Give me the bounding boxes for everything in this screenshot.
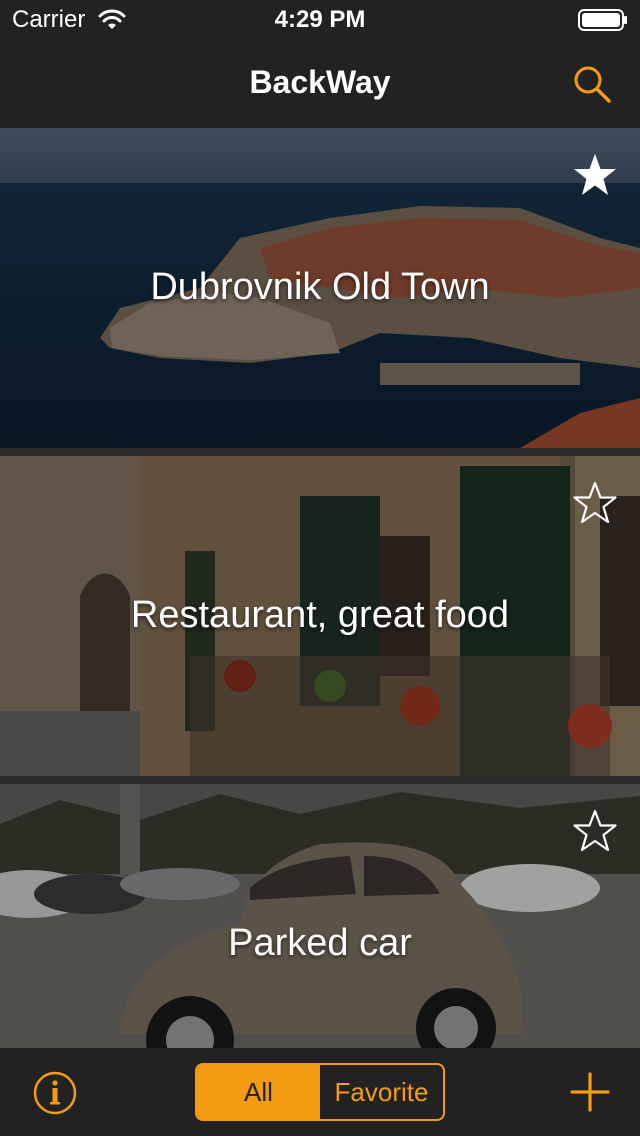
place-title: Dubrovnik Old Town [150,266,490,308]
place-card-dubrovnik[interactable]: Dubrovnik Old Town [0,128,640,448]
segment-all[interactable]: All [197,1065,320,1119]
place-title: Parked car [228,922,412,964]
plus-icon[interactable] [570,1072,610,1112]
filter-segmented-control[interactable]: All Favorite [195,1063,445,1121]
segment-favorite[interactable]: Favorite [320,1065,443,1119]
battery-icon [578,9,627,31]
star-outline-icon[interactable] [572,480,618,526]
place-card-restaurant[interactable]: Restaurant, great food [0,456,640,776]
status-bar: Carrier 4:29 PM [0,0,640,40]
status-time: 4:29 PM [274,6,366,33]
search-icon[interactable] [572,64,612,104]
nav-title: BackWay [249,64,391,100]
bottom-toolbar: All Favorite [0,1048,640,1136]
navigation-bar: BackWay [0,40,640,128]
place-title: Restaurant, great food [130,594,510,636]
parked-beetle-car-photo [0,784,640,1048]
star-outline-icon[interactable] [572,808,618,854]
place-card-parked-car[interactable]: Parked car [0,784,640,1048]
info-circle-icon[interactable] [32,1070,78,1116]
places-list[interactable]: Dubrovnik Old Town Restaurant, great foo [0,128,640,1048]
star-filled-icon[interactable] [572,152,618,198]
